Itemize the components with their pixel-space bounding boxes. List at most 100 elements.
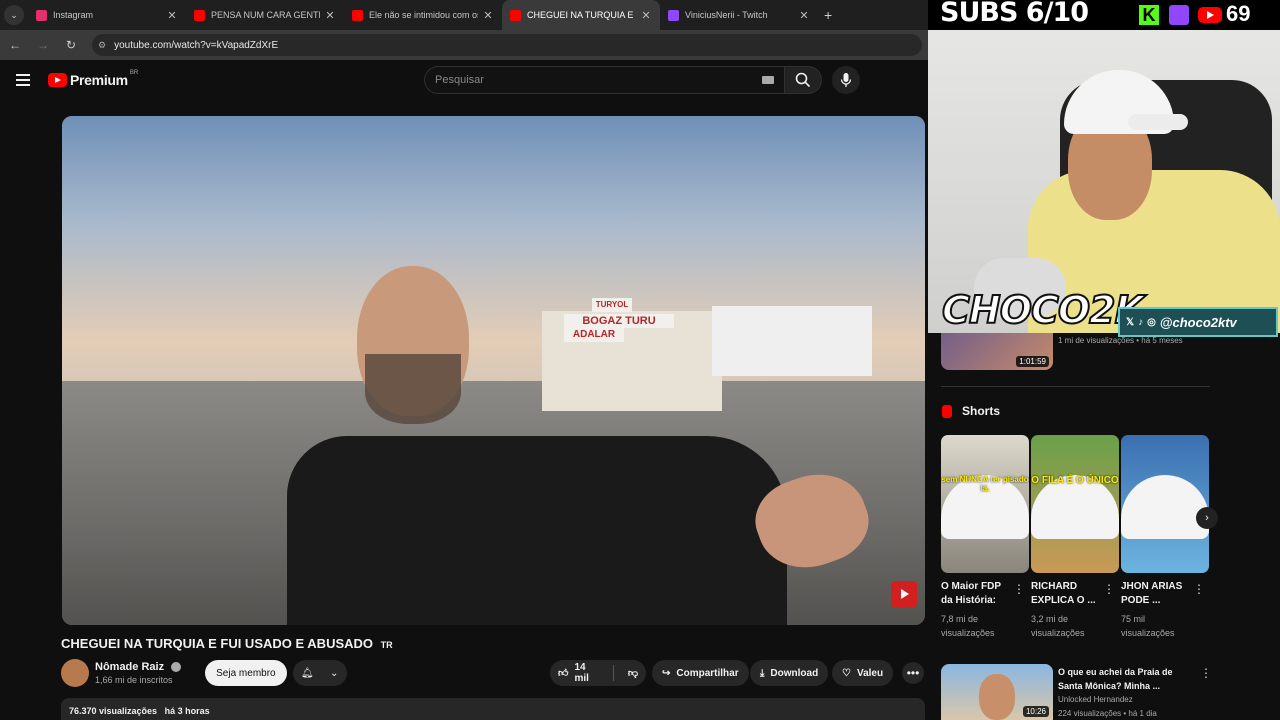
more-actions-icon[interactable]: •••	[902, 662, 924, 684]
download-icon: ⤓	[760, 667, 765, 679]
verified-check-icon	[171, 662, 182, 673]
share-arrow-icon: ↪	[662, 667, 671, 679]
divider	[941, 386, 1210, 387]
url-field[interactable]: ⚙ youtube.com/watch?v=kVapadZdXrE	[92, 34, 922, 56]
streamer-brand-logo: CHOCO2K	[941, 287, 1145, 333]
shorts-next-chevron-icon[interactable]: ›	[1196, 507, 1218, 529]
youtube-favicon-icon	[510, 9, 521, 21]
bell-icon: 🔔︎	[300, 667, 314, 679]
short-caption: O FILA É O ÚNICO	[1031, 475, 1119, 539]
video-title-text: CHEGUEI NA TURQUIA E FUI USADO E ABUSADO	[61, 636, 374, 651]
like-count: 14 mil	[574, 662, 589, 684]
search-placeholder: Pesquisar	[435, 74, 484, 86]
video-player[interactable]: BOGAZ TURU ADALAR TURYOL	[62, 116, 925, 625]
close-tab-icon[interactable]: ✕	[482, 9, 494, 22]
forward-arrow-icon[interactable]: →	[36, 38, 50, 52]
keyboard-icon[interactable]	[762, 76, 774, 84]
thumbs-up-icon: 👍︎	[558, 668, 569, 679]
thanks-label: Valeu	[856, 667, 884, 679]
related-video-channel[interactable]: Unlocked Hernandez	[1058, 695, 1133, 704]
channel-name-text: Nômade Raiz	[95, 661, 165, 673]
close-tab-icon[interactable]: ✕	[166, 9, 178, 22]
short-thumbnail[interactable]: sem NUNCA ter pisado lá.	[941, 435, 1029, 573]
tab-youtube-intimidou[interactable]: Ele não se intimidou com os p ✕	[344, 0, 502, 30]
more-options-icon[interactable]: ⋮	[1193, 582, 1205, 596]
video-duration: 10:26	[1022, 706, 1049, 717]
shorts-icon	[942, 404, 952, 418]
search-icon	[795, 72, 811, 88]
tab-youtube-active[interactable]: CHEGUEI NA TURQUIA E FUI U ✕	[502, 0, 660, 30]
close-tab-icon[interactable]: ✕	[798, 9, 810, 22]
short-thumbnail[interactable]: O FILA É O ÚNICO	[1031, 435, 1119, 573]
youtube-favicon-icon	[352, 9, 363, 21]
short-title[interactable]: RICHARD EXPLICA O ...	[1031, 580, 1105, 608]
youtube-logo-icon	[1198, 7, 1222, 23]
short-caption: sem NUNCA ter pisado lá.	[941, 475, 1029, 539]
url-text: youtube.com/watch?v=kVapadZdXrE	[114, 39, 279, 51]
address-bar-row: ← → ↻ ⚙ youtube.com/watch?v=kVapadZdXrE	[0, 30, 928, 60]
like-dislike-group: 👍︎ 14 mil 👎︎	[550, 660, 646, 686]
tab-instagram[interactable]: Instagram ✕	[28, 0, 186, 30]
tab-title: Ele não se intimidou com os p	[369, 10, 478, 20]
more-options-icon[interactable]: ⋮	[1103, 582, 1115, 596]
sub-count: 69	[1226, 1, 1251, 26]
thumbnail-person	[979, 674, 1015, 720]
share-label: Compartilhar	[676, 667, 739, 679]
tab-title: Instagram	[53, 10, 94, 20]
channel-watermark-icon[interactable]	[891, 581, 917, 607]
youtube-premium-logo[interactable]: Premium BR	[48, 70, 138, 88]
tab-title: ViniciusNerii - Twitch	[685, 10, 768, 20]
share-button[interactable]: ↪ Compartilhar	[652, 660, 749, 686]
channel-name[interactable]: Nômade Raiz	[95, 661, 182, 673]
new-tab-plus-icon[interactable]: +	[824, 7, 832, 23]
tiktok-icon: ♪	[1138, 316, 1144, 328]
hamburger-menu-icon[interactable]	[16, 74, 30, 86]
dislike-button[interactable]: 👎︎	[620, 660, 646, 686]
tab-title: PENSA NUM CARA GENTE BOA	[211, 10, 320, 20]
x-icon: 𝕏	[1126, 316, 1135, 328]
related-video-title[interactable]: O que eu achei da Praia de Santa Mônica?…	[1058, 665, 1198, 693]
thanks-button[interactable]: ♡ Valeu	[832, 660, 894, 686]
title-badge: TR	[380, 640, 393, 650]
like-button[interactable]: 👍︎ 14 mil	[550, 660, 607, 686]
related-video-thumbnail[interactable]: 10:26	[941, 664, 1053, 720]
tab-twitch[interactable]: ViniciusNerii - Twitch ✕	[660, 0, 818, 30]
subscriber-count: 1,66 mi de inscritos	[95, 675, 173, 685]
microphone-icon	[840, 73, 852, 87]
short-views: 7,8 mi de visualizações	[941, 614, 995, 638]
tab-title: CHEGUEI NA TURQUIA E FUI U	[527, 10, 636, 20]
shorts-header: Shorts	[942, 404, 1000, 418]
youtube-header: Premium BR Pesquisar	[0, 62, 928, 100]
description-box[interactable]: 76.370 visualizações há 3 horas	[61, 698, 925, 720]
close-tab-icon[interactable]: ✕	[324, 9, 336, 22]
site-info-icon[interactable]: ⚙	[98, 40, 106, 51]
more-options-icon[interactable]: ⋮	[1200, 666, 1212, 680]
shorts-title: Shorts	[962, 404, 1001, 418]
social-handle-banner: 𝕏 ♪ ◎ @choco2ktv	[1118, 307, 1278, 337]
short-title[interactable]: JHON ARIAS PODE ...	[1121, 580, 1195, 608]
tab-search-chevron-icon[interactable]: ⌄	[4, 5, 24, 25]
thanks-heart-icon: ♡	[842, 667, 851, 679]
download-button[interactable]: ⤓ Download	[750, 660, 829, 686]
upload-time: há 3 horas	[164, 706, 210, 716]
view-count: 76.370 visualizações	[69, 706, 158, 716]
tab-youtube-pensa[interactable]: PENSA NUM CARA GENTE BOA ✕	[186, 0, 344, 30]
subscription-bell-button[interactable]: 🔔︎ ⌄	[292, 660, 347, 686]
channel-row: Nômade Raiz 1,66 mi de inscritos Seja me…	[61, 658, 347, 688]
close-tab-icon[interactable]: ✕	[640, 9, 652, 22]
channel-avatar[interactable]	[61, 659, 89, 687]
browser-tab-bar: ⌄ Instagram ✕ PENSA NUM CARA GENTE BOA ✕…	[0, 0, 928, 30]
join-member-button[interactable]: Seja membro	[205, 660, 287, 686]
back-arrow-icon[interactable]: ←	[8, 38, 22, 52]
short-title[interactable]: O Maior FDP da História:	[941, 580, 1015, 608]
voice-search-button[interactable]	[832, 66, 860, 94]
short-views: 75 mil visualizações	[1121, 614, 1175, 638]
search-input[interactable]: Pesquisar	[424, 66, 784, 94]
search-button[interactable]	[784, 66, 822, 94]
short-caption	[1121, 475, 1209, 539]
chevron-down-icon: ⌄	[329, 667, 339, 679]
reload-icon[interactable]: ↻	[64, 38, 78, 52]
short-thumbnail[interactable]	[1121, 435, 1209, 573]
more-options-icon[interactable]: ⋮	[1013, 582, 1025, 596]
short-views: 3,2 mi de visualizações	[1031, 614, 1085, 638]
